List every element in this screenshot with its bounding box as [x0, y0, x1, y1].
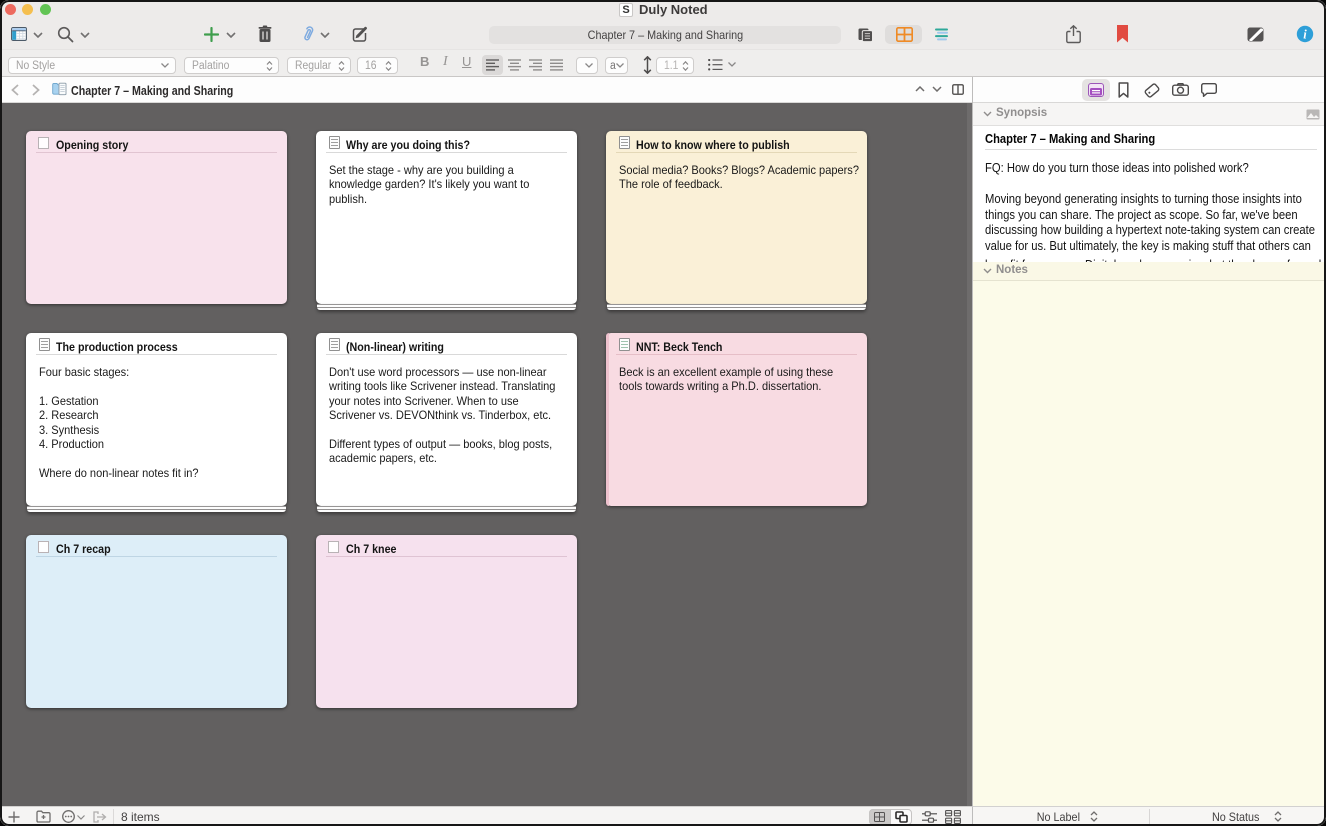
svg-text:i: i [1303, 27, 1307, 41]
